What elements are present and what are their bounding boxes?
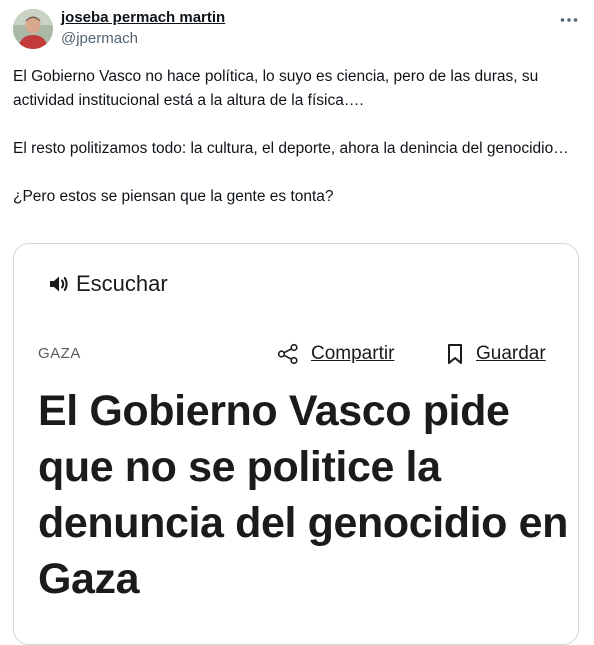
avatar[interactable] (13, 9, 53, 49)
bookmark-icon (448, 344, 462, 364)
more-horizontal-icon (560, 18, 578, 22)
share-icon (277, 343, 298, 365)
author-name[interactable]: joseba permach martin (61, 9, 225, 26)
article-headline[interactable]: El Gobierno Vasco pide que no se politic… (38, 383, 568, 607)
article-card[interactable]: Escuchar GAZA Compartir Guardar El Gobie… (13, 243, 579, 645)
section-label[interactable]: GAZA (38, 345, 81, 362)
share-label: Compartir (311, 343, 395, 364)
tweet-paragraph: El Gobierno Vasco no hace política, lo s… (13, 68, 539, 109)
author-handle[interactable]: @jpermach (61, 30, 138, 47)
share-button[interactable]: Compartir (277, 343, 394, 365)
save-button[interactable]: Guardar (446, 343, 546, 365)
tweet-paragraph: ¿Pero estos se piensan que la gente es t… (13, 188, 334, 205)
listen-label: Escuchar (76, 271, 168, 296)
speaker-icon (50, 276, 68, 292)
tweet-paragraph: El resto politizamos todo: la cultura, e… (13, 140, 569, 157)
tweet-text: El Gobierno Vasco no hace política, lo s… (13, 65, 581, 209)
more-options-button[interactable] (556, 10, 582, 30)
save-label: Guardar (476, 343, 546, 364)
avatar-photo (13, 9, 53, 49)
listen-button[interactable]: Escuchar (49, 271, 168, 297)
